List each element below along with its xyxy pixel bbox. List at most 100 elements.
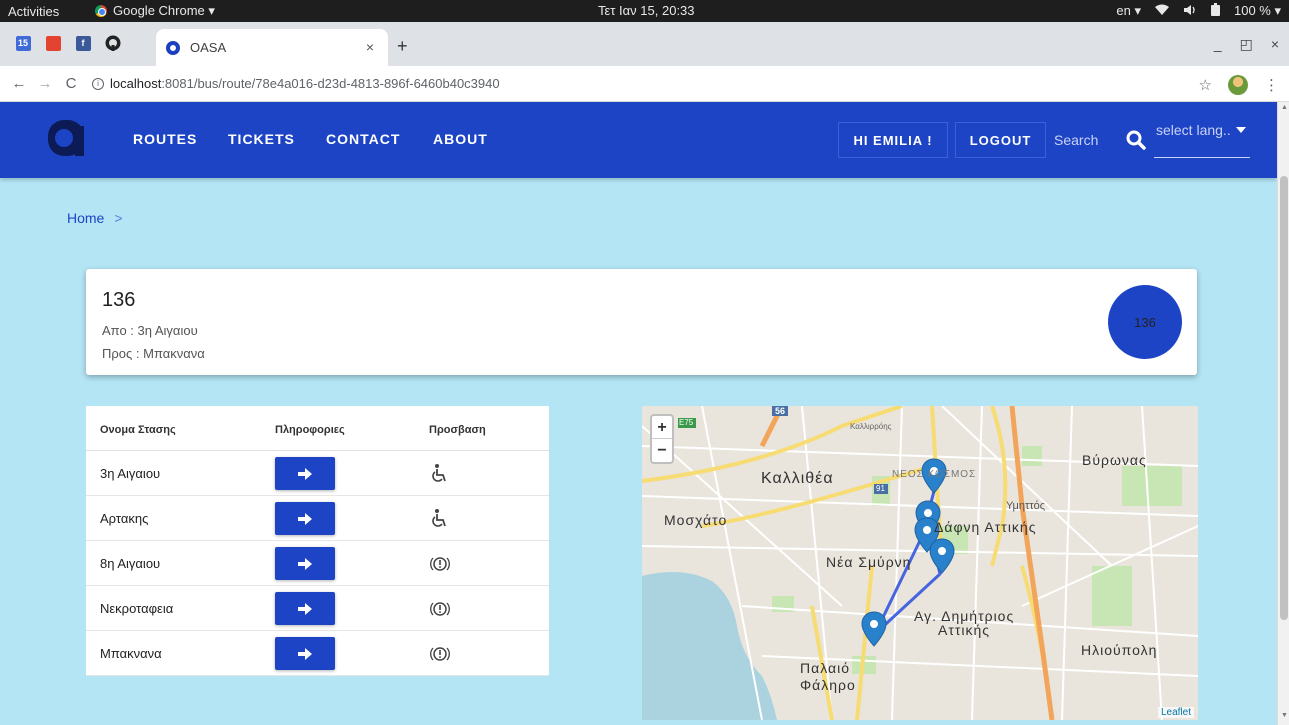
url-host: localhost	[110, 76, 162, 91]
route-badge: 136	[1108, 285, 1182, 359]
todoist-icon	[45, 35, 61, 51]
menu-kebab-icon[interactable]: ⋮	[1264, 76, 1279, 94]
zoom-in-button[interactable]: +	[652, 416, 672, 439]
stop-name: Μπακνανα	[100, 646, 162, 661]
oasa-logo[interactable]	[48, 120, 84, 156]
route-number: 136	[102, 289, 136, 311]
battery-icon	[1211, 3, 1220, 19]
activities-button[interactable]: Activities	[0, 4, 95, 19]
bookmark-star-icon[interactable]: ☆	[1199, 76, 1212, 94]
tab-close-icon[interactable]: ×	[366, 39, 374, 55]
tab-strip: 15 f OASA × + _ ◰ ×	[0, 22, 1289, 66]
pinned-tab-todoist[interactable]	[40, 28, 66, 58]
profile-avatar[interactable]	[1228, 75, 1248, 95]
route-card: 136 Απο : 3η Αιγαιου Προς : Μπακνανα 136	[86, 269, 1197, 375]
scroll-up-icon[interactable]: ▲	[1281, 104, 1288, 111]
clock[interactable]: Τετ Ιαν 15, 20:33	[598, 3, 695, 18]
pinned-tab-github[interactable]	[100, 28, 126, 58]
warning-icon	[429, 598, 451, 620]
window-close-button[interactable]: ×	[1271, 36, 1279, 53]
map-label-56: 56	[775, 406, 786, 416]
stops-table: Ονομα Στασης Πληροφοριες Προσβαση 3η Αιγ…	[86, 406, 549, 676]
stop-info-button[interactable]	[275, 592, 335, 625]
url-field[interactable]: i localhost:8081/bus/route/78e4a016-d23d…	[92, 76, 500, 91]
nav-tickets[interactable]: TICKETS	[228, 131, 295, 147]
minimize-button[interactable]: _	[1214, 36, 1222, 53]
map-label-ymittos: Υμηττός	[1006, 500, 1046, 512]
stop-info-button[interactable]	[275, 547, 335, 580]
nav-routes[interactable]: ROUTES	[133, 131, 197, 147]
pinned-tab-calendar[interactable]: 15	[10, 28, 36, 58]
battery-level[interactable]: 100 % ▾	[1234, 3, 1281, 19]
map-label-kallirrois: Καλλιρρόης	[850, 422, 892, 431]
logout-button[interactable]: LOGOUT	[955, 122, 1046, 158]
wheelchair-icon	[429, 463, 451, 485]
stop-name: 3η Αιγαιου	[100, 466, 161, 481]
github-icon	[105, 35, 121, 51]
back-arrow-icon[interactable]: ←	[6, 75, 32, 92]
map-label-moschato: Μοσχάτο	[664, 512, 728, 528]
app-navbar: ROUTES TICKETS CONTACT ABOUT HI EMILIA !…	[0, 102, 1277, 178]
nav-about[interactable]: ABOUT	[433, 131, 488, 147]
wifi-icon	[1155, 4, 1169, 19]
page-scrollbar[interactable]: ▲ ▼	[1277, 102, 1289, 725]
zoom-out-button[interactable]: −	[652, 439, 672, 462]
app-menu[interactable]: Google Chrome ▾	[95, 3, 215, 19]
language-select[interactable]: select lang..	[1154, 120, 1250, 158]
map-label-vyronas: Βύρωνας	[1082, 452, 1147, 468]
table-row: 8η Αιγαιου	[86, 541, 549, 586]
search-input[interactable]: Search	[1054, 132, 1098, 148]
search-icon[interactable]	[1126, 130, 1146, 155]
forward-arrow-icon[interactable]: →	[32, 75, 58, 92]
arrow-right-icon	[298, 602, 312, 615]
stop-name: Αρτακης	[100, 511, 149, 526]
arrow-right-icon	[298, 557, 312, 570]
nav-contact[interactable]: CONTACT	[326, 131, 400, 147]
caret-down-icon	[1236, 127, 1246, 133]
os-top-bar: Activities Google Chrome ▾ Τετ Ιαν 15, 2…	[0, 0, 1289, 22]
keyboard-layout[interactable]: en ▾	[1116, 3, 1141, 19]
route-from: Απο : 3η Αιγαιου	[102, 323, 198, 338]
app-menu-label: Google Chrome ▾	[113, 3, 215, 18]
stop-name: 8η Αιγαιου	[100, 556, 161, 571]
map-label-neos-kosmos: ΝΕΟΣ ΚΟΣΜΟΣ	[892, 469, 977, 480]
warning-icon	[429, 643, 451, 665]
address-bar: ← → C i localhost:8081/bus/route/78e4a01…	[0, 66, 1289, 102]
table-row: 3η Αιγαιου	[86, 451, 549, 496]
stop-info-button[interactable]	[275, 502, 335, 535]
pinned-tab-facebook[interactable]: f	[70, 28, 96, 58]
stop-info-button[interactable]	[275, 457, 335, 490]
route-to: Προς : Μπακνανα	[102, 346, 205, 361]
route-map[interactable]: 56 E75 91 Καλλιθέα Μοσχάτο Νέα Σμύρνη Δά…	[642, 406, 1198, 720]
wheelchair-icon	[429, 508, 451, 530]
header-stop-name: Ονομα Στασης	[100, 424, 176, 436]
header-info: Πληροφοριες	[275, 424, 345, 436]
site-info-icon[interactable]: i	[92, 77, 104, 90]
breadcrumb-home[interactable]: Home	[67, 210, 104, 226]
oasa-favicon	[166, 40, 180, 55]
map-label-dafni: Δάφνη Αττικής	[934, 519, 1037, 535]
new-tab-button[interactable]: +	[397, 36, 408, 57]
volume-icon	[1183, 4, 1197, 19]
scroll-down-icon[interactable]: ▼	[1281, 712, 1288, 719]
table-row: Νεκροταφεια	[86, 586, 549, 631]
map-label-e75: E75	[679, 418, 694, 427]
maximize-button[interactable]: ◰	[1240, 36, 1253, 53]
map-label-ilioupoli: Ηλιούπολη	[1081, 642, 1158, 658]
reload-icon[interactable]: C	[58, 75, 84, 92]
scrollbar-thumb[interactable]	[1280, 176, 1288, 620]
tab-title: OASA	[190, 40, 227, 55]
user-greeting-button[interactable]: HI EMILIA !	[838, 122, 948, 158]
map-label-faliro: Φάληρο	[800, 677, 856, 693]
stop-info-button[interactable]	[275, 637, 335, 670]
map-zoom-control: + −	[650, 414, 674, 464]
map-attribution[interactable]: Leaflet	[1157, 707, 1194, 718]
map-label-kallithea: Καλλιθέα	[761, 470, 834, 487]
breadcrumb-separator: >	[114, 210, 123, 226]
tab-oasa[interactable]: OASA ×	[156, 29, 388, 66]
calendar-icon: 15	[15, 35, 31, 51]
arrow-right-icon	[298, 467, 312, 480]
chrome-icon	[95, 5, 107, 17]
stop-name: Νεκροταφεια	[100, 601, 174, 616]
url-path: :8081/bus/route/78e4a016-d23d-4813-896f-…	[161, 76, 500, 91]
